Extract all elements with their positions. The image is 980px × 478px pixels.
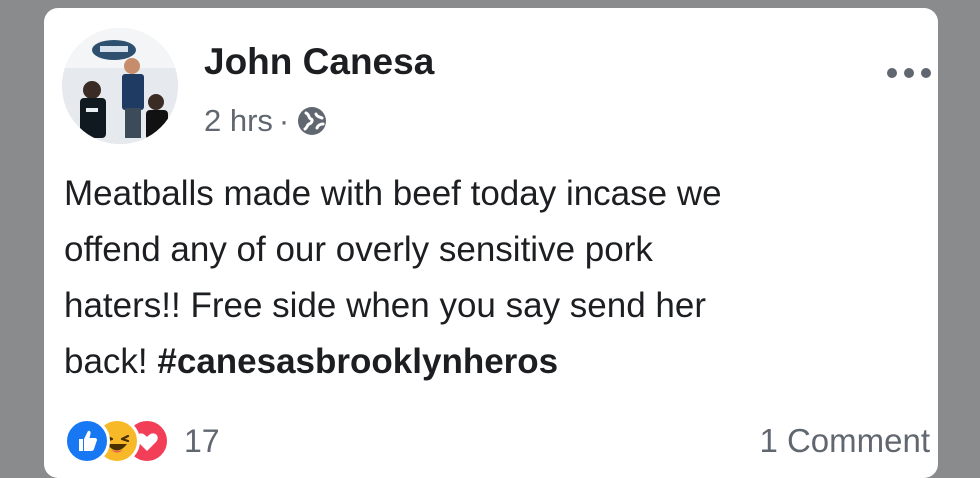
post-header: John Canesa 2 hrs · — [62, 26, 938, 156]
post-meta: 2 hrs · — [204, 103, 329, 139]
hashtag-link[interactable]: #canesasbrooklynheros — [157, 342, 558, 381]
globe-icon[interactable] — [295, 104, 329, 138]
reaction-count: 17 — [184, 422, 220, 459]
avatar-photo — [62, 28, 178, 144]
more-options-icon[interactable] — [884, 62, 934, 84]
avatar[interactable] — [62, 28, 178, 144]
comments-link[interactable]: 1 Comment — [759, 422, 930, 460]
timestamp[interactable]: 2 hrs — [204, 103, 273, 139]
post-card: John Canesa 2 hrs · Meatballs made with … — [44, 8, 938, 478]
meta-separator: · — [278, 103, 290, 138]
post-text: Meatballs made with beef today incase we… — [64, 166, 924, 390]
reactions-summary[interactable]: 17 — [64, 418, 220, 464]
author-name[interactable]: John Canesa — [204, 41, 434, 83]
post-footer: 17 1 Comment — [64, 418, 930, 474]
like-icon — [64, 418, 110, 464]
